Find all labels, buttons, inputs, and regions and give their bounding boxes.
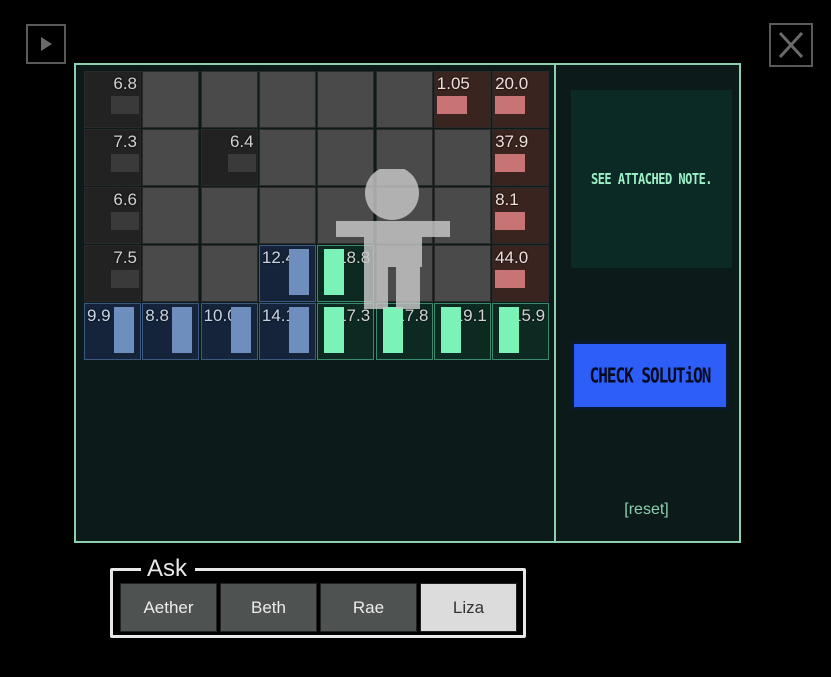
- grid-cell[interactable]: 17.3: [317, 303, 375, 360]
- grid-cell[interactable]: [142, 129, 200, 186]
- cell-value: 1.05: [436, 74, 470, 93]
- cell-bar: [172, 307, 193, 353]
- grid-cell[interactable]: [375, 245, 433, 302]
- cell-value: 6.4: [229, 132, 254, 151]
- cell-value: 44.0: [495, 248, 529, 267]
- grid-cell[interactable]: [200, 71, 258, 128]
- cell-bar: [230, 307, 251, 353]
- cell-value: 8.1: [495, 190, 519, 209]
- grid-cell[interactable]: 8.8: [142, 303, 200, 360]
- grid-cell[interactable]: 6.8: [84, 71, 141, 128]
- grid-cell[interactable]: 7.5: [84, 245, 141, 302]
- cell-bar: [114, 307, 134, 353]
- grid-cell[interactable]: 44.0: [492, 245, 550, 302]
- grid-cell[interactable]: [142, 71, 200, 128]
- cell-bar: [111, 212, 139, 230]
- ask-label: Ask: [141, 556, 196, 582]
- ask-option-beth[interactable]: Beth: [220, 583, 317, 632]
- grid-cell[interactable]: [317, 187, 375, 244]
- grid-cell[interactable]: 8.1: [492, 187, 550, 244]
- grid-cell[interactable]: [258, 187, 316, 244]
- grid-cell[interactable]: [200, 245, 258, 302]
- grid-cell[interactable]: [375, 71, 433, 128]
- ask-option-aether[interactable]: Aether: [120, 583, 217, 632]
- cell-bar: [382, 307, 403, 353]
- close-button[interactable]: [769, 23, 813, 67]
- note-box: SEE ATTACHED NOTE.: [571, 90, 732, 268]
- grid-cell[interactable]: 15.9: [492, 303, 550, 360]
- grid-cell[interactable]: 20.0: [492, 71, 550, 128]
- close-icon: [778, 31, 804, 59]
- grid-cell[interactable]: 10.0: [200, 303, 258, 360]
- cell-value: 6.8: [113, 74, 137, 93]
- grid-cell[interactable]: 1.05: [433, 71, 491, 128]
- play-button[interactable]: [26, 24, 66, 64]
- grid-cell[interactable]: [433, 187, 491, 244]
- cell-bar: [436, 96, 467, 114]
- grid-cell[interactable]: 6.6: [84, 187, 141, 244]
- grid-cell[interactable]: [142, 187, 200, 244]
- cell-value: 7.5: [113, 248, 137, 267]
- grid-cell[interactable]: 9.9: [84, 303, 141, 360]
- cell-bar: [111, 270, 139, 288]
- cell-bar: [111, 154, 139, 172]
- cell-bar: [495, 96, 526, 114]
- cell-value: 8.8: [145, 306, 169, 325]
- grid-cell[interactable]: [317, 71, 375, 128]
- note-text: SEE ATTACHED NOTE.: [590, 170, 713, 188]
- grid-cell[interactable]: 37.9: [492, 129, 550, 186]
- grid-cell[interactable]: 6.4: [200, 129, 258, 186]
- grid-cell[interactable]: [258, 71, 316, 128]
- cell-bar: [440, 307, 461, 353]
- cell-value: 6.6: [113, 190, 137, 209]
- check-solution-button[interactable]: CHECK SOLUTiON: [569, 339, 731, 412]
- play-icon: [41, 37, 52, 51]
- grid-cell[interactable]: 18.8: [317, 245, 375, 302]
- cell-bar: [495, 212, 526, 230]
- cell-bar: [324, 249, 345, 295]
- reset-link[interactable]: [reset]: [554, 501, 739, 519]
- cell-value: 9.9: [87, 306, 111, 325]
- grid-cell[interactable]: 14.1: [258, 303, 316, 360]
- grid-cell[interactable]: [433, 129, 491, 186]
- cell-value: 20.0: [495, 74, 529, 93]
- grid-cell[interactable]: [375, 129, 433, 186]
- grid-cell[interactable]: 17.8: [375, 303, 433, 360]
- cell-bar: [499, 307, 520, 353]
- cell-bar: [324, 307, 345, 353]
- grid-cell[interactable]: [142, 245, 200, 302]
- cell-bar: [495, 154, 526, 172]
- grid-cell[interactable]: [375, 187, 433, 244]
- ask-panel: Ask Aether Beth Rae Liza: [110, 556, 526, 638]
- cell-bar: [288, 307, 309, 353]
- check-solution-label: CHECK SOLUTiON: [589, 363, 712, 388]
- grid-cell[interactable]: 7.3: [84, 129, 141, 186]
- side-divider: [554, 65, 556, 541]
- cell-bar: [111, 96, 139, 114]
- cell-bar: [495, 270, 526, 288]
- grid-cell[interactable]: 19.1: [433, 303, 491, 360]
- puzzle-panel: 6.8 1.05 20.0 7.3 6.4 37.9 6.6 8.1 7.5 12.4 18.8 44…: [74, 63, 741, 543]
- cell-value: 37.9: [495, 132, 529, 151]
- ask-option-rae[interactable]: Rae: [320, 583, 417, 632]
- grid-cell[interactable]: [258, 129, 316, 186]
- puzzle-grid: 6.8 1.05 20.0 7.3 6.4 37.9 6.6 8.1 7.5 12.4 18.8 44…: [84, 71, 550, 363]
- grid-cell[interactable]: [317, 129, 375, 186]
- ask-option-liza[interactable]: Liza: [420, 583, 517, 632]
- cell-value: 7.3: [113, 132, 137, 151]
- cell-bar: [288, 249, 309, 295]
- cell-bar: [227, 154, 256, 172]
- grid-cell[interactable]: [433, 245, 491, 302]
- grid-cell[interactable]: 12.4: [258, 245, 316, 302]
- grid-cell[interactable]: [200, 187, 258, 244]
